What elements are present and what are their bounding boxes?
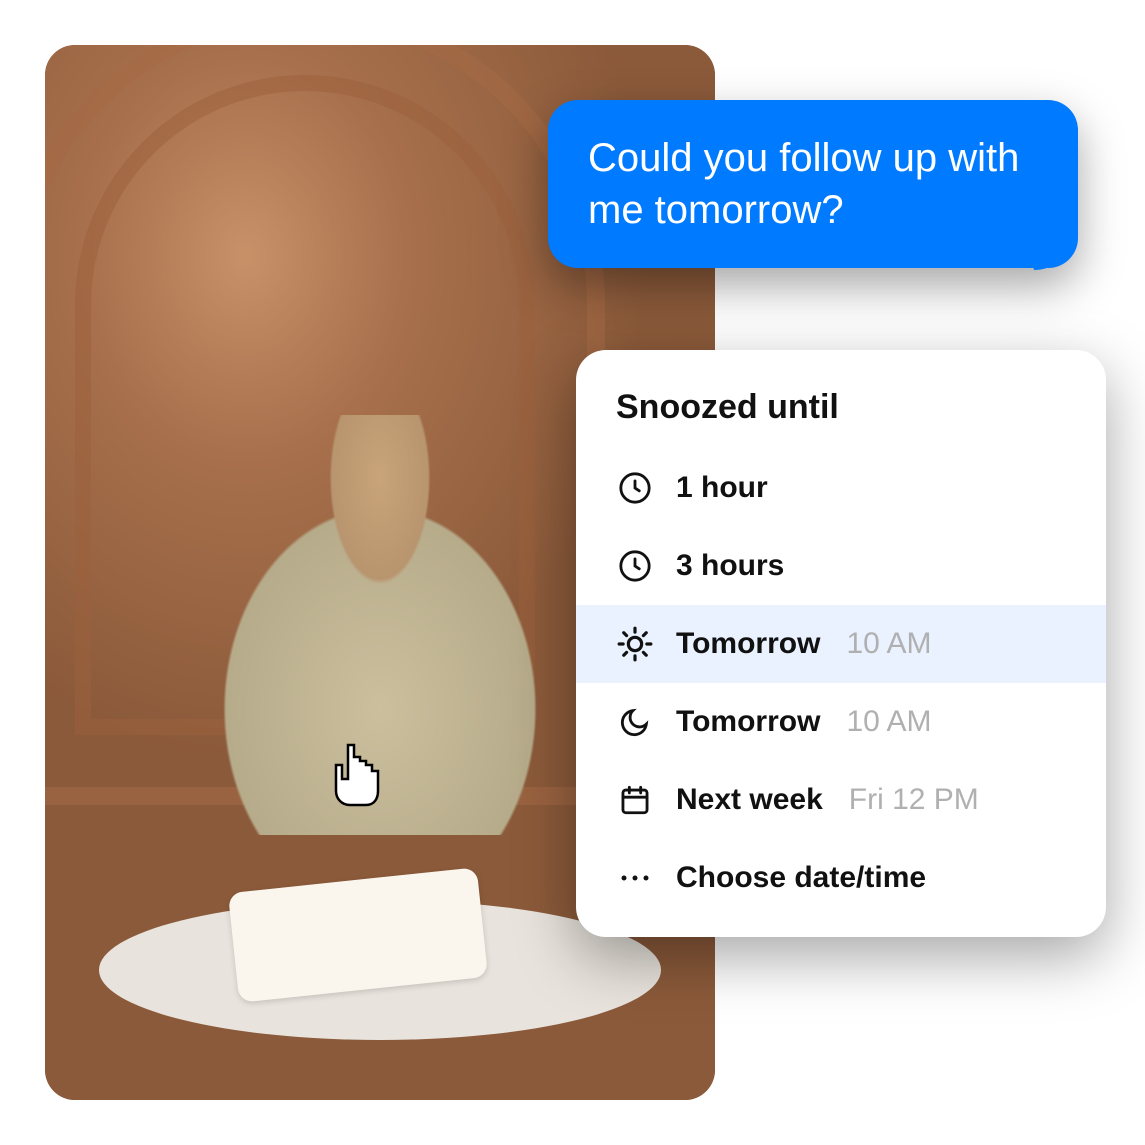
snooze-option-next-week[interactable]: Next week Fri 12 PM	[576, 761, 1106, 839]
snooze-option-label: Choose date/time	[676, 861, 926, 895]
snooze-option-time: 10 AM	[846, 627, 931, 661]
snooze-option-time: 10 AM	[846, 705, 931, 739]
snooze-option-label: Tomorrow	[676, 627, 820, 661]
snooze-option-3-hours[interactable]: 3 hours	[576, 527, 1106, 605]
sun-icon	[616, 625, 654, 663]
snooze-option-label: Next week	[676, 783, 823, 817]
snooze-menu-title: Snoozed until	[576, 388, 1106, 449]
dots-icon	[616, 859, 654, 897]
calendar-icon	[616, 781, 654, 819]
snooze-option-time: Fri 12 PM	[849, 783, 979, 817]
snooze-option-label: 1 hour	[676, 471, 768, 505]
clock-icon	[616, 547, 654, 585]
chat-message-bubble: Could you follow up with me tomorrow?	[548, 100, 1078, 268]
snooze-menu: Snoozed until 1 hour 3 hours Tomorr	[576, 350, 1106, 937]
snooze-option-label: Tomorrow	[676, 705, 820, 739]
chat-message-text: Could you follow up with me tomorrow?	[588, 136, 1019, 232]
pointer-cursor-icon	[320, 735, 392, 815]
snooze-option-tomorrow-morning[interactable]: Tomorrow 10 AM	[576, 605, 1106, 683]
moon-icon	[616, 703, 654, 741]
snooze-option-1-hour[interactable]: 1 hour	[576, 449, 1106, 527]
clock-icon	[616, 469, 654, 507]
snooze-option-label: 3 hours	[676, 549, 784, 583]
snooze-option-choose-datetime[interactable]: Choose date/time	[576, 839, 1106, 917]
snooze-option-tomorrow-evening[interactable]: Tomorrow 10 AM	[576, 683, 1106, 761]
